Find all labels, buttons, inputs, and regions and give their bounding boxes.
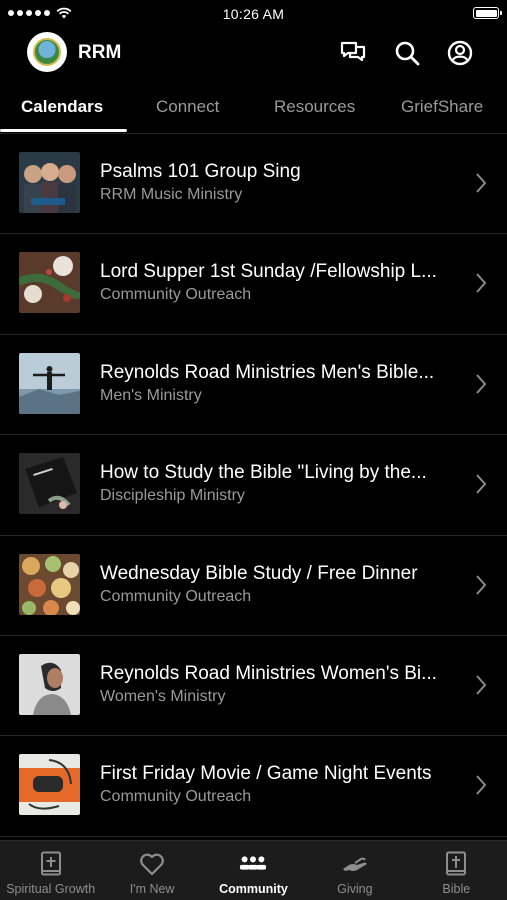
item-subtitle: Men's Ministry [100,386,202,404]
item-subtitle: Women's Ministry [100,687,226,705]
chevron-right-icon [476,273,487,294]
status-left [8,7,72,19]
bible-icon [442,851,470,877]
search-button[interactable] [393,39,421,67]
list-item[interactable]: Lord Supper 1st Sunday /Fellowship L... … [0,234,507,335]
game-controller-thumbnail [19,754,80,816]
holy-bible-thumbnail [19,453,80,515]
item-subtitle: Community Outreach [100,788,252,806]
status-time: 10:26 AM [222,6,285,22]
list-item[interactable]: First Friday Movie / Game Night Events C… [0,736,507,837]
nav-giving[interactable]: Giving [304,841,405,900]
item-title: Reynolds Road Ministries Women's Bi... [100,662,437,684]
search-icon [395,41,420,66]
app-logo[interactable] [27,32,67,72]
chevron-right-icon [476,775,487,796]
account-icon [447,40,473,66]
tab-connect[interactable]: Connect [156,97,219,117]
tab-griefshare[interactable]: GriefShare [401,97,483,117]
tab-calendars[interactable]: Calendars [21,97,103,117]
list-item[interactable]: Reynolds Road Ministries Men's Bible... … [0,335,507,436]
nav-label: Community [219,882,288,896]
nav-label: Spiritual Growth [6,882,96,896]
nav-community[interactable]: Community [203,841,304,900]
group-photo-thumbnail [19,152,80,213]
chevron-right-icon [476,474,487,494]
item-title: First Friday Movie / Game Night Events [100,763,432,785]
list-item[interactable]: Wednesday Bible Study / Free Dinner Comm… [0,536,507,636]
book-plus-icon [37,851,65,877]
item-title: Wednesday Bible Study / Free Dinner [100,562,418,584]
item-title: How to Study the Bible "Living by the... [100,462,427,484]
people-icon [239,851,267,877]
giving-hand-icon [341,851,369,877]
account-button[interactable] [446,39,474,67]
nav-bible[interactable]: Bible [406,841,507,900]
woman-portrait-thumbnail [19,653,80,715]
app-title: RRM [78,42,122,63]
bottom-nav: Spiritual Growth I'm New Community Givin… [0,840,507,900]
status-bar: 10:26 AM [0,0,507,28]
calendar-list: Psalms 101 Group Sing RRM Music Ministry… [0,134,507,837]
messages-button[interactable] [339,39,367,67]
chevron-right-icon [476,374,487,394]
item-title: Psalms 101 Group Sing [100,161,301,182]
app-header: RRM [0,28,507,78]
tab-bar: Calendars Connect Resources GriefShare [0,80,507,134]
chevron-right-icon [476,574,487,595]
battery-icon [473,7,502,19]
item-subtitle: RRM Music Ministry [100,186,243,203]
active-tab-indicator [0,129,127,132]
item-title: Lord Supper 1st Sunday /Fellowship L... [100,261,437,283]
nav-label: I'm New [129,882,175,896]
heart-icon [138,851,166,877]
nav-spiritual-growth[interactable]: Spiritual Growth [0,841,101,900]
list-item[interactable]: Reynolds Road Ministries Women's Bi... W… [0,636,507,737]
app-screen: 10:26 AM RRM Calendars Connect Resources… [0,0,507,900]
item-subtitle: Community Outreach [100,286,252,304]
wifi-icon [56,7,72,19]
table-setting-thumbnail [19,252,80,314]
nav-label: Giving [337,882,373,896]
messages-icon [340,41,366,62]
item-subtitle: Discipleship Ministry [100,487,245,505]
nav-im-new[interactable]: I'm New [101,841,202,900]
tab-resources[interactable]: Resources [274,97,355,117]
signal-dots-icon [8,10,50,16]
item-title: Reynolds Road Ministries Men's Bible... [100,361,435,383]
item-subtitle: Community Outreach [100,587,252,605]
list-item[interactable]: How to Study the Bible "Living by the...… [0,435,507,536]
status-right [473,7,502,19]
list-item[interactable]: Psalms 101 Group Sing RRM Music Ministry [0,134,507,235]
food-spread-thumbnail [19,553,80,615]
nav-label: Bible [442,882,471,896]
chevron-right-icon [476,173,487,193]
chevron-right-icon [476,675,487,695]
globe-logo-icon [33,38,61,66]
man-on-mountain-thumbnail [19,352,80,414]
